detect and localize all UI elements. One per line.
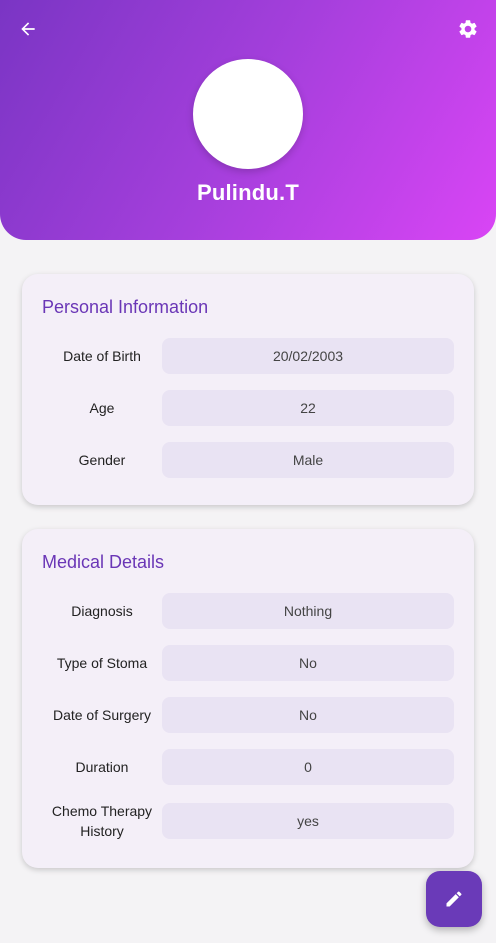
card-title: Medical Details [42,552,165,572]
row-label: Date of Birth [63,348,141,364]
row-label: Type of Stoma [56,655,148,671]
card-title: Personal Information [42,297,209,317]
info-row-date-of-surgery: Date of Surgery No [22,697,474,733]
info-row-age: Age 22 [22,390,474,426]
info-row-diagnosis: Diagnosis Nothing [22,593,474,629]
edit-button[interactable] [426,871,482,927]
date-of-surgery-value: No [162,697,454,733]
duration-value: 0 [162,749,454,785]
row-label: Date of Surgery [52,707,152,723]
row-label: Diagnosis [71,603,133,619]
back-button[interactable] [14,15,42,43]
arrow-left-icon [21,22,35,36]
info-row-gender: Gender Male [22,442,474,478]
row-label: Gender [78,452,126,468]
settings-button[interactable] [454,15,482,43]
diagnosis-value: Nothing [162,593,454,629]
date-of-birth-value: 20/02/2003 [162,338,454,374]
row-label: Chemo Therapy History [51,803,153,839]
gender-value: Male [162,442,454,478]
profile-name: Pulindu.T [196,180,299,205]
row-label: Duration [75,759,129,775]
row-label: Age [89,400,115,416]
info-row-chemo-therapy-history: Chemo Therapy History yes [22,803,474,839]
chemo-therapy-history-value: yes [162,803,454,839]
info-row-date-of-birth: Date of Birth 20/02/2003 [22,338,474,374]
avatar[interactable] [193,59,303,169]
age-value: 22 [162,390,454,426]
gear-icon [459,20,477,38]
profile-header: Pulindu.T [0,0,496,240]
info-row-duration: Duration 0 [22,749,474,785]
type-of-stoma-value: No [162,645,454,681]
info-row-type-of-stoma: Type of Stoma No [22,645,474,681]
personal-information-card: Personal Information Date of Birth 20/02… [22,274,474,505]
medical-details-card: Medical Details Diagnosis Nothing Type o… [22,529,474,868]
pencil-icon [446,891,462,907]
